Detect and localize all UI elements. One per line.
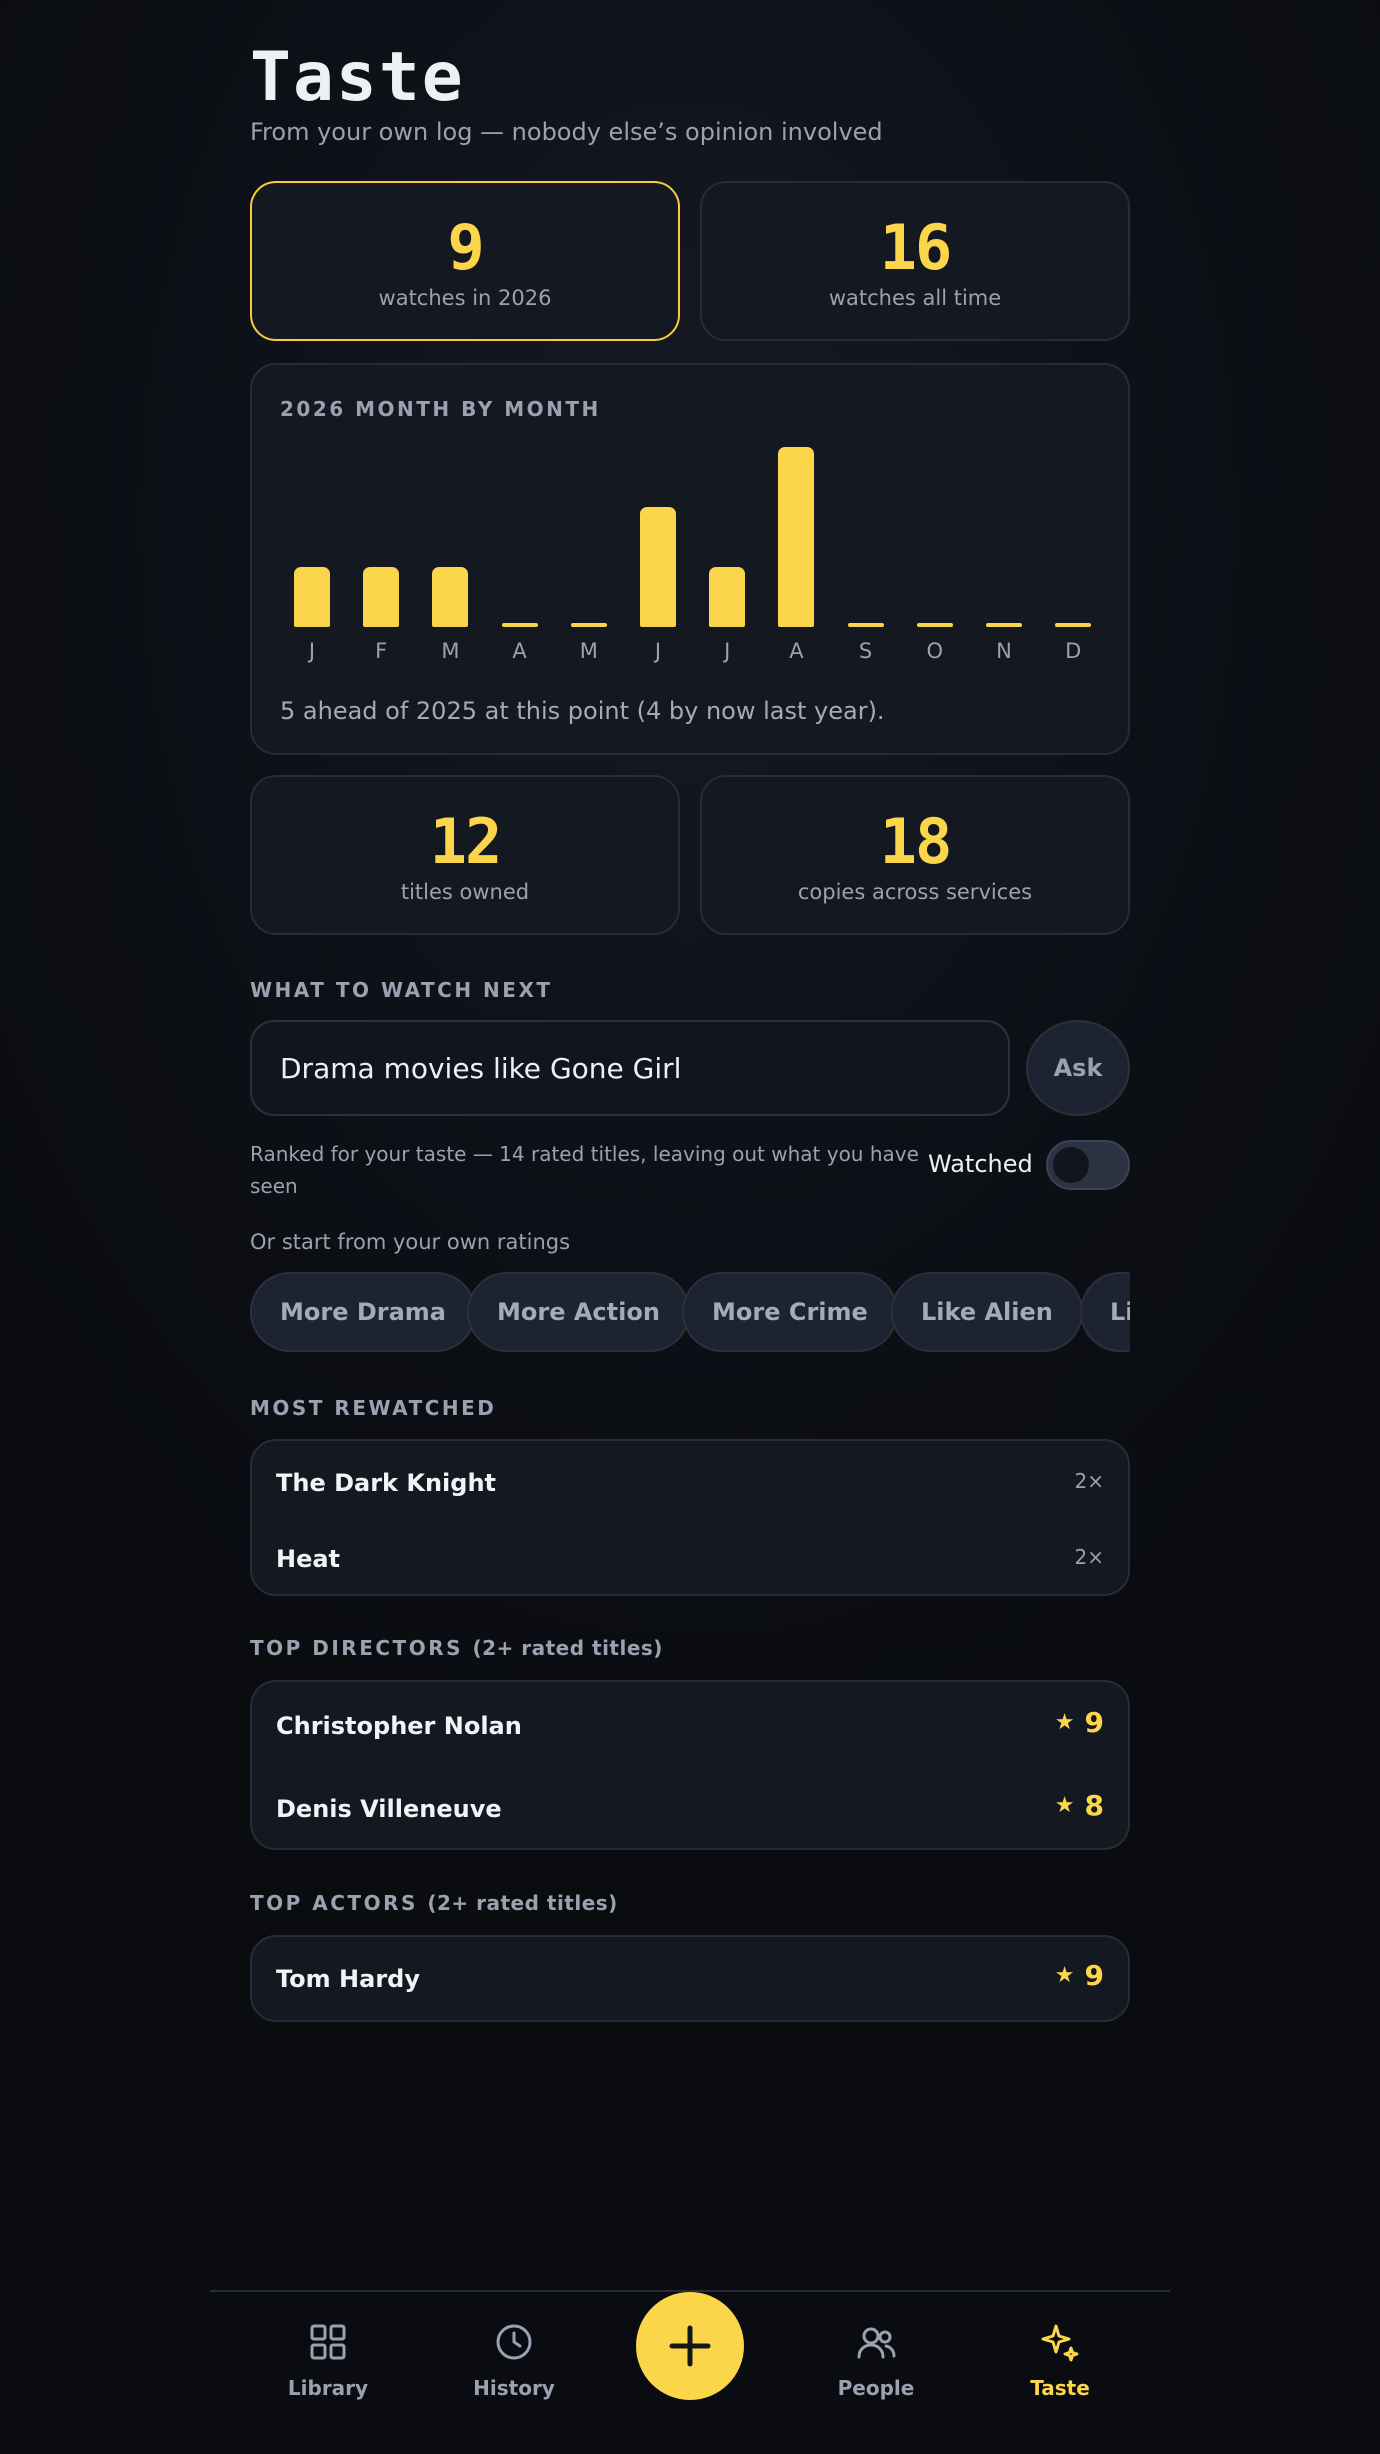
chart-month-label: M [441, 639, 460, 663]
grid-icon [310, 2324, 346, 2360]
chip-more-action[interactable]: More Action [467, 1272, 690, 1352]
chart-month-label: J [724, 639, 731, 663]
rewatched-list: The Dark Knight 2× Heat 2× [250, 1439, 1130, 1596]
month-chart-card: 2026 MONTH BY MONTH 5 ahead of 2025 at t… [250, 363, 1130, 755]
section-label-text: TOP DIRECTORS [250, 1636, 463, 1660]
chart-month-label: A [789, 639, 804, 663]
watched-toggle[interactable] [1046, 1140, 1130, 1190]
chart-note: 5 ahead of 2025 at this point (4 by now … [280, 697, 885, 725]
chip-more-crime[interactable]: More Crime [682, 1272, 898, 1352]
ask-input[interactable] [250, 1020, 1010, 1116]
star-icon: ★ [1054, 1710, 1075, 1735]
star-icon: ★ [1054, 1963, 1075, 1988]
chart-bar [294, 567, 330, 627]
chart-bar [363, 567, 400, 627]
star-icon: ★ [1054, 1793, 1075, 1818]
bottom-nav: Library History People Taste [210, 2290, 1170, 2454]
section-label-text: TOP ACTORS [250, 1891, 418, 1915]
section-label-actors: TOP ACTORS (2+ rated titles) [250, 1891, 618, 1915]
section-label-rewatched: MOST REWATCHED [250, 1396, 497, 1420]
stat-value: 12 [429, 805, 503, 878]
ranked-description: Ranked for your taste — 14 rated titles,… [250, 1142, 919, 1198]
list-item-name[interactable]: Denis Villeneuve [276, 1795, 502, 1823]
watched-toggle-label: Watched [928, 1150, 1033, 1178]
list-item-name[interactable]: The Dark Knight [276, 1469, 496, 1497]
nav-item-taste[interactable]: Taste [990, 2322, 1130, 2400]
stat-label: watches in 2026 [378, 286, 552, 310]
chart-bar [432, 567, 469, 627]
section-label-sub: (2+ rated titles) [472, 1636, 663, 1660]
nav-item-history[interactable]: History [444, 2322, 584, 2400]
chart-month-label: O [926, 639, 944, 663]
nav-item-people[interactable]: People [806, 2322, 946, 2400]
nav-label: People [837, 2376, 915, 2400]
chart-bar [501, 623, 538, 627]
section-label-watch-next: WHAT TO WATCH NEXT [250, 978, 553, 1002]
page-title: Taste [250, 38, 465, 117]
stat-value: 18 [879, 805, 953, 878]
list-item-score: ★ 9 [1055, 1959, 1104, 1992]
chart-month-label: A [512, 639, 527, 663]
stat-value: 9 [447, 211, 484, 284]
list-item-score: ★ 9 [1055, 1706, 1104, 1739]
section-label-directors: TOP DIRECTORS (2+ rated titles) [250, 1636, 663, 1660]
chart-bar [640, 507, 676, 627]
actors-list: Tom Hardy ★ 9 [250, 1935, 1130, 2022]
chart-bar [847, 623, 884, 627]
chart-month-label: N [996, 639, 1012, 663]
chart-month-label: S [858, 639, 873, 663]
chart-month-label: M [579, 639, 598, 663]
section-label-sub: (2+ rated titles) [427, 1891, 618, 1915]
stat-card-titles-owned[interactable]: 12 titles owned [250, 775, 680, 935]
chart-bar [709, 567, 746, 627]
chip-like-alien[interactable]: Like Alien [891, 1272, 1083, 1352]
nav-item-library[interactable]: Library [258, 2322, 398, 2400]
add-button[interactable] [636, 2292, 744, 2400]
chart-bar [986, 623, 1022, 627]
directors-list: Christopher Nolan ★ 9 Denis Villeneuve ★ 8 [250, 1680, 1130, 1850]
nav-label: Library [287, 2376, 369, 2400]
list-item-name[interactable]: Tom Hardy [276, 1965, 420, 1993]
list-item-score: ★ 8 [1055, 1789, 1104, 1822]
list-item-count: 2× [1074, 1469, 1104, 1493]
list-item-name[interactable]: Christopher Nolan [276, 1712, 522, 1740]
sparkle-icon [1041, 2324, 1079, 2362]
plus-icon [669, 2325, 711, 2367]
score-value: 8 [1084, 1789, 1104, 1822]
chart-bar [778, 447, 815, 627]
chart-title: 2026 MONTH BY MONTH [280, 397, 601, 421]
nav-label: History [473, 2376, 555, 2400]
suggestion-chips: More Drama More Action More Crime Like A… [250, 1272, 1130, 1352]
chart-month-label: J [308, 639, 316, 663]
clock-icon [496, 2324, 532, 2360]
list-item-name[interactable]: Heat [276, 1545, 340, 1573]
stat-card-watches-year[interactable]: 9 watches in 2026 [250, 181, 680, 341]
stat-card-copies[interactable]: 18 copies across services [700, 775, 1130, 935]
chart-bar [570, 623, 607, 627]
chart-month-label: F [375, 639, 388, 663]
score-value: 9 [1084, 1959, 1104, 1992]
chart-bar [1055, 623, 1092, 627]
nav-label: Taste [1030, 2376, 1090, 2400]
score-value: 9 [1084, 1706, 1104, 1739]
people-icon [857, 2327, 896, 2359]
ask-button[interactable]: Ask [1026, 1020, 1130, 1116]
chart-month-label: D [1065, 639, 1082, 663]
stat-card-watches-all-time[interactable]: 16 watches all time [700, 181, 1130, 341]
toggle-knob [1053, 1147, 1089, 1183]
stat-value: 16 [879, 211, 953, 284]
chip-partial[interactable]: Li [1080, 1272, 1130, 1352]
page-subtitle: From your own log — nobody else’s opinio… [250, 118, 883, 146]
stat-label: titles owned [400, 880, 530, 904]
chart-month-label: J [654, 639, 662, 663]
list-item-count: 2× [1074, 1545, 1104, 1569]
stat-label: watches all time [828, 286, 1002, 310]
ratings-hint: Or start from your own ratings [250, 1230, 571, 1254]
chart-bar [916, 623, 953, 627]
chip-more-drama[interactable]: More Drama [250, 1272, 476, 1352]
stat-label: copies across services [797, 880, 1033, 904]
